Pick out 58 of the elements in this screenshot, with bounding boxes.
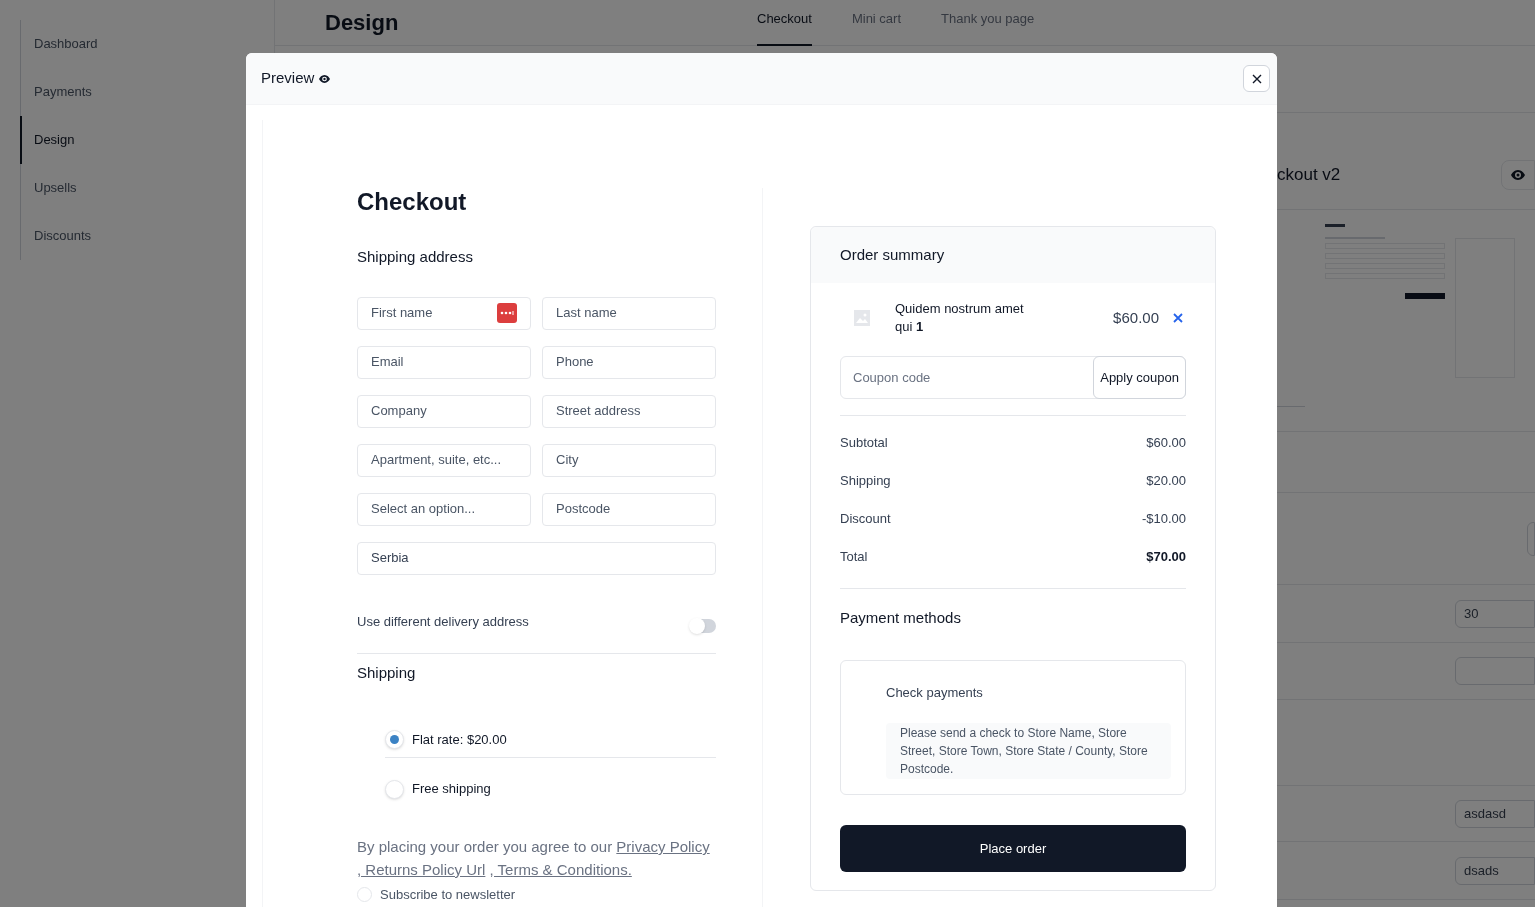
total-value: -$10.00 <box>1141 510 1186 529</box>
input-field[interactable]: Select an option... <box>357 492 531 526</box>
password-manager-icon[interactable] <box>497 303 517 323</box>
close-icon <box>1251 73 1262 84</box>
panel-title: ckout v2 <box>1277 163 1342 186</box>
sidebar-item[interactable]: Dashboard <box>21 20 274 68</box>
total-value: $60.00 <box>1146 434 1186 453</box>
input-field[interactable]: Street address <box>542 394 716 428</box>
product-price: $60.00 <box>1112 307 1159 328</box>
close-button[interactable] <box>1243 65 1270 92</box>
input-field[interactable]: Last name <box>542 296 716 330</box>
tab[interactable]: Checkout <box>757 0 812 46</box>
terms-text: By placing your order you agree to our Privacy Policy , Returns Policy Url , Terms & Conditions. <box>357 837 711 880</box>
eye-icon <box>319 74 331 83</box>
section-title: Order summary <box>840 244 945 265</box>
apply-coupon-button[interactable]: Apply coupon <box>1093 356 1186 399</box>
toggle-label: Use different delivery address <box>357 612 529 631</box>
total-label: Subtotal <box>840 434 888 453</box>
total-label: Total <box>840 548 868 567</box>
shipping-option[interactable]: Flat rate: $20.00 <box>385 722 716 758</box>
shipping-option[interactable]: Free shipping <box>385 771 716 807</box>
remove-button[interactable] <box>1173 313 1183 323</box>
total-value: $20.00 <box>1146 472 1186 491</box>
coupon-field[interactable]: Coupon code Apply coupon <box>840 356 1186 399</box>
terms-link[interactable]: , Returns Policy Url <box>357 861 486 878</box>
payment-method-card[interactable]: Check payments Please send a check to Store Name, Store Street, Store Town, Store State / County, Store Postcode. <box>840 659 1186 795</box>
input-field[interactable]: First name <box>357 296 531 330</box>
text-field[interactable]: asdasd <box>1455 799 1535 828</box>
input-field[interactable]: Company <box>357 394 531 428</box>
input-field[interactable]: City <box>542 443 716 477</box>
eye-icon <box>1511 169 1525 180</box>
input-field[interactable]: Phone <box>542 345 716 379</box>
place-order-button[interactable]: Place order <box>840 825 1186 872</box>
payment-method-name: Check payments <box>886 683 984 702</box>
input-field[interactable]: Postcode <box>542 492 716 526</box>
section-title: Shipping address <box>357 247 474 267</box>
terms-link[interactable]: , Terms & Conditions. <box>489 861 632 878</box>
total-label: Shipping <box>840 472 891 491</box>
toggle-switch[interactable] <box>690 618 716 633</box>
section-title: Shipping <box>357 662 417 683</box>
input-field[interactable]: Email <box>357 345 531 379</box>
newsletter-checkbox[interactable]: Subscribe to newsletter <box>357 885 716 905</box>
modal-title: Preview <box>261 68 315 89</box>
text-field[interactable]: 30 <box>1455 599 1535 628</box>
page-title: Design <box>325 9 400 37</box>
payment-method-description: Please send a check to Store Name, Store Street, Store Town, Store State / County, Store Postcode. <box>886 723 1171 779</box>
image-placeholder-icon <box>854 310 870 326</box>
terms-link[interactable]: Privacy Policy <box>616 838 710 855</box>
text-field[interactable]: dsads <box>1455 856 1535 885</box>
product-name: Quidem nostrum amet qui 1 <box>895 300 1025 336</box>
total-value: $70.00 <box>1146 548 1186 567</box>
preview-button[interactable] <box>1501 159 1535 190</box>
total-label: Discount <box>840 510 891 529</box>
section-title: Payment methods <box>840 608 962 628</box>
checkout-title: Checkout <box>357 188 468 216</box>
input-field[interactable]: Apartment, suite, etc... <box>357 443 531 477</box>
close-icon <box>1173 313 1183 323</box>
input-field[interactable]: Serbia <box>357 541 716 575</box>
